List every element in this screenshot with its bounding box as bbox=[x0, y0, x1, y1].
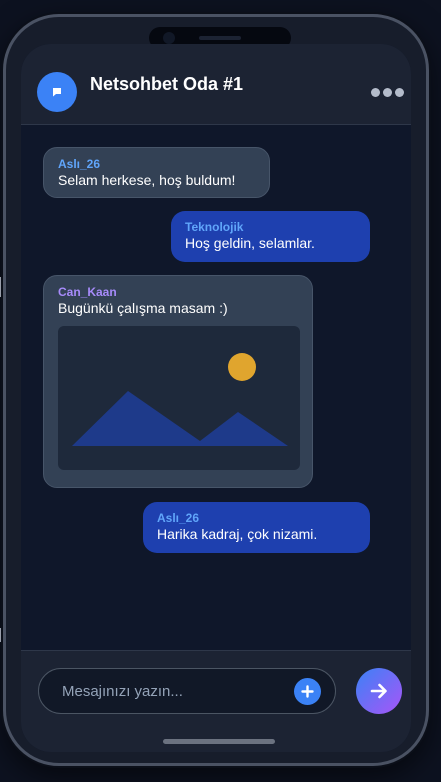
add-attachment-button[interactable] bbox=[294, 678, 321, 705]
message-sender: Aslı_26 bbox=[58, 157, 101, 171]
message-sender: Aslı_26 bbox=[157, 511, 200, 525]
menu-dot bbox=[371, 88, 380, 97]
phone-frame: Netsohbet Oda #1 Aslı_26 Selam herkese, … bbox=[3, 14, 429, 766]
more-options-icon[interactable] bbox=[371, 88, 404, 97]
room-avatar[interactable] bbox=[37, 72, 77, 112]
menu-dot bbox=[383, 88, 392, 97]
input-placeholder: Mesajınızı yazın... bbox=[62, 683, 183, 700]
menu-dot bbox=[395, 88, 404, 97]
message-bubble[interactable]: Can_Kaan Bugünkü çalışma masam :) bbox=[43, 275, 313, 488]
message-text: Selam herkese, hoş buldum! bbox=[58, 172, 236, 188]
plus-icon bbox=[301, 685, 314, 698]
image-attachment[interactable] bbox=[58, 326, 300, 470]
message-composer: Mesajınızı yazın... bbox=[21, 650, 411, 752]
message-bubble[interactable]: Aslı_26 Harika kadraj, çok nizami. bbox=[143, 502, 370, 553]
message-sender: Teknolojik bbox=[185, 220, 244, 234]
message-text: Harika kadraj, çok nizami. bbox=[157, 526, 318, 542]
message-sender: Can_Kaan bbox=[58, 285, 117, 299]
speaker-grill bbox=[199, 36, 241, 40]
chat-icon bbox=[53, 88, 61, 97]
message-bubble[interactable]: Aslı_26 Selam herkese, hoş buldum! bbox=[43, 147, 270, 198]
image-placeholder-icon bbox=[72, 353, 288, 446]
room-title: Netsohbet Oda #1 bbox=[90, 74, 244, 94]
message-text: Bugünkü çalışma masam :) bbox=[58, 300, 228, 316]
arrow-right-icon bbox=[370, 683, 387, 699]
chat-screen: Netsohbet Oda #1 Aslı_26 Selam herkese, … bbox=[21, 44, 411, 752]
send-button[interactable] bbox=[356, 668, 402, 714]
message-text: Hoş geldin, selamlar. bbox=[185, 235, 315, 251]
chat-header: Netsohbet Oda #1 bbox=[21, 44, 411, 125]
message-bubble[interactable]: Teknolojik Hoş geldin, selamlar. bbox=[171, 211, 370, 262]
camera-icon bbox=[163, 32, 175, 44]
home-indicator[interactable] bbox=[163, 739, 275, 744]
message-input[interactable]: Mesajınızı yazın... bbox=[38, 668, 336, 714]
